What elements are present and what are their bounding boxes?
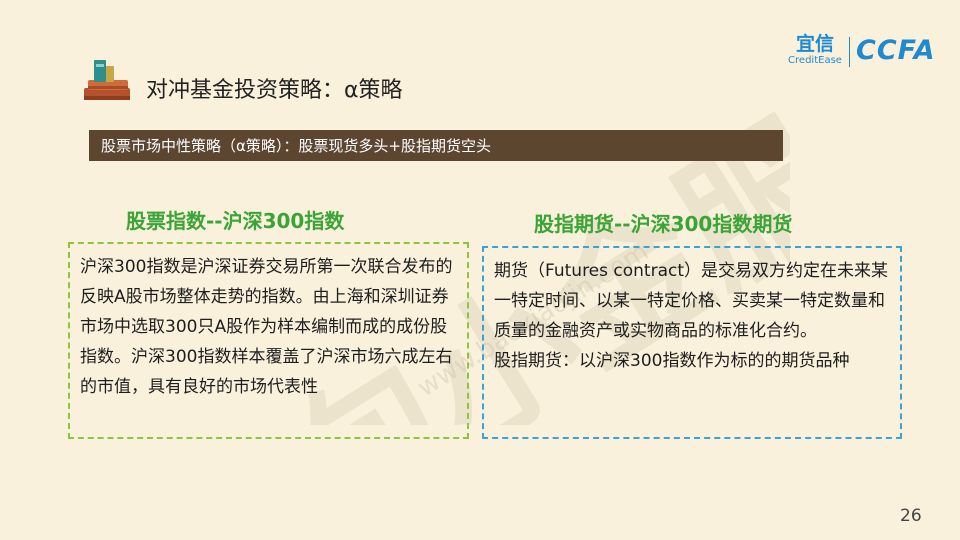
books-icon bbox=[84, 60, 130, 100]
right-section-heading: 股指期货--沪深300指数期货 bbox=[534, 212, 793, 236]
right-paragraph-index-futures: 股指期货：以沪深300指数作为标的的期货品种 bbox=[494, 351, 850, 371]
creditease-logo: 宜信 CreditEase bbox=[786, 33, 844, 67]
right-content-box: 期货（Futures contract）是交易双方约定在未来某一特定时间、以某一… bbox=[482, 246, 902, 439]
subtitle-text: 股票市场中性策略（α策略）：股票现货多头+股指期货空头 bbox=[101, 137, 491, 155]
left-content-box: 沪深300指数是沪深证券交易所第一次联合发布的反映A股市场整体走势的指数。由上海… bbox=[68, 242, 469, 439]
page-title: 对冲基金投资策略：α策略 bbox=[146, 78, 403, 103]
left-section-heading: 股票指数--沪深300指数 bbox=[126, 209, 345, 233]
page-number: 26 bbox=[900, 506, 922, 526]
ccfa-logo: CCFA bbox=[856, 35, 936, 66]
logo-brand-en: CreditEase bbox=[788, 55, 842, 66]
logo-brand-cn: 宜信 bbox=[795, 33, 834, 55]
right-paragraph-definition: 期货（Futures contract）是交易双方约定在未来某一特定时间、以某一… bbox=[494, 261, 889, 341]
left-paragraph: 沪深300指数是沪深证券交易所第一次联合发布的反映A股市场整体走势的指数。由上海… bbox=[80, 257, 453, 397]
logo-divider bbox=[849, 37, 850, 67]
subtitle-bar: 股票市场中性策略（α策略）：股票现货多头+股指期货空头 bbox=[89, 130, 783, 161]
brand-logo: 宜信 CreditEase CCFA bbox=[786, 33, 936, 73]
